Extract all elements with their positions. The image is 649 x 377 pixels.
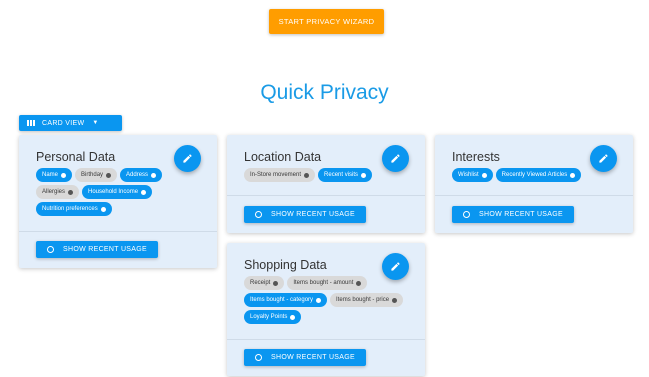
info-icon: [141, 189, 147, 195]
card-location-data: Location Data In-Store movement Recent vi…: [227, 135, 425, 233]
info-icon: [290, 314, 296, 320]
card-title: Location Data: [244, 150, 322, 164]
info-icon: [356, 280, 362, 286]
info-icon: [273, 280, 279, 286]
chip-label: Items bought - category: [250, 297, 314, 303]
chip[interactable]: Items bought - price: [330, 293, 404, 307]
chip-list: In-Store movement Recent visits: [244, 168, 414, 182]
view-label: CARD VIEW: [42, 119, 85, 127]
info-icon: [151, 172, 157, 178]
chip-label: In-Store movement: [250, 172, 302, 178]
history-icon: [255, 211, 263, 218]
chip-label: Address: [126, 172, 149, 178]
info-icon: [61, 172, 67, 178]
pencil-icon: [391, 262, 400, 271]
info-icon: [361, 172, 367, 178]
chip-list: Wishlist Recently Viewed Articles: [452, 168, 622, 182]
usage-label: SHOW RECENT USAGE: [63, 246, 147, 253]
divider: [227, 339, 425, 340]
divider: [227, 195, 425, 196]
usage-label: SHOW RECENT USAGE: [271, 354, 355, 361]
chip[interactable]: Address: [120, 168, 163, 182]
info-icon: [100, 206, 106, 212]
chip[interactable]: Name: [36, 168, 73, 182]
chip[interactable]: Recently Viewed Articles: [495, 168, 582, 182]
pencil-icon: [183, 154, 192, 163]
chip-label: Recently Viewed Articles: [501, 172, 568, 178]
card-title: Interests: [452, 150, 500, 164]
show-recent-usage-button[interactable]: SHOW RECENT USAGE: [36, 241, 158, 258]
info-icon: [316, 297, 322, 303]
history-icon: [463, 211, 471, 218]
pencil-icon: [391, 154, 400, 163]
info-icon: [304, 172, 310, 178]
info-icon: [481, 172, 487, 178]
chip[interactable]: Loyalty Points: [244, 310, 302, 324]
card-shopping-data: Shopping Data Receipt Items bought - amou…: [227, 243, 425, 376]
caret-down-icon: ▼: [92, 120, 99, 126]
chip[interactable]: Items bought - category: [244, 293, 328, 307]
chip-label: Nutrition preferences: [42, 206, 98, 212]
chip-label: Items bought - price: [336, 297, 390, 303]
grid-view-icon: [27, 120, 35, 126]
info-icon: [392, 297, 398, 303]
start-privacy-wizard-button[interactable]: START PRIVACY WIZARD: [269, 9, 384, 34]
card-interests: Interests Wishlist Recently Viewed Articl…: [435, 135, 633, 233]
chip[interactable]: Allergies: [36, 185, 80, 199]
page-title: Quick Privacy: [260, 81, 389, 104]
show-recent-usage-button[interactable]: SHOW RECENT USAGE: [244, 349, 366, 366]
history-icon: [255, 354, 263, 361]
chip[interactable]: Recent visits: [318, 168, 373, 182]
card-title: Personal Data: [36, 150, 116, 164]
card-view-dropdown[interactable]: CARD VIEW ▼: [19, 115, 122, 131]
info-icon: [106, 172, 112, 178]
card-personal-data: Personal Data Name Birthday Address Allergi…: [19, 135, 217, 268]
chip-label: Birthday: [81, 172, 104, 178]
chip-label: Name: [42, 172, 59, 178]
chip-label: Receipt: [250, 280, 271, 286]
chip-list: Name Birthday Address Allergies Household In…: [36, 168, 206, 216]
chip-label: Recent visits: [324, 172, 359, 178]
chip-label: Allergies: [42, 189, 66, 195]
info-icon: [68, 189, 74, 195]
chip[interactable]: Items bought - amount: [287, 276, 368, 290]
chip-label: Loyalty Points: [250, 314, 288, 320]
chip-list: Receipt Items bought - amount Items bought…: [244, 276, 419, 324]
divider: [435, 195, 633, 196]
show-recent-usage-button[interactable]: SHOW RECENT USAGE: [244, 206, 366, 223]
pencil-icon: [599, 154, 608, 163]
chip[interactable]: Birthday: [75, 168, 118, 182]
chip[interactable]: Wishlist: [452, 168, 493, 182]
chip[interactable]: In-Store movement: [244, 168, 316, 182]
divider: [19, 231, 217, 232]
show-recent-usage-button[interactable]: SHOW RECENT USAGE: [452, 206, 574, 223]
chip-label: Wishlist: [458, 172, 479, 178]
chip-label: Items bought - amount: [293, 280, 354, 286]
info-icon: [570, 172, 576, 178]
chip[interactable]: Nutrition preferences: [36, 202, 112, 216]
card-title: Shopping Data: [244, 258, 327, 272]
usage-label: SHOW RECENT USAGE: [479, 211, 563, 218]
chip[interactable]: Receipt: [244, 276, 285, 290]
chip-label: Household Income: [88, 189, 139, 195]
history-icon: [47, 246, 55, 253]
usage-label: SHOW RECENT USAGE: [271, 211, 355, 218]
chip[interactable]: Household Income: [82, 185, 153, 199]
